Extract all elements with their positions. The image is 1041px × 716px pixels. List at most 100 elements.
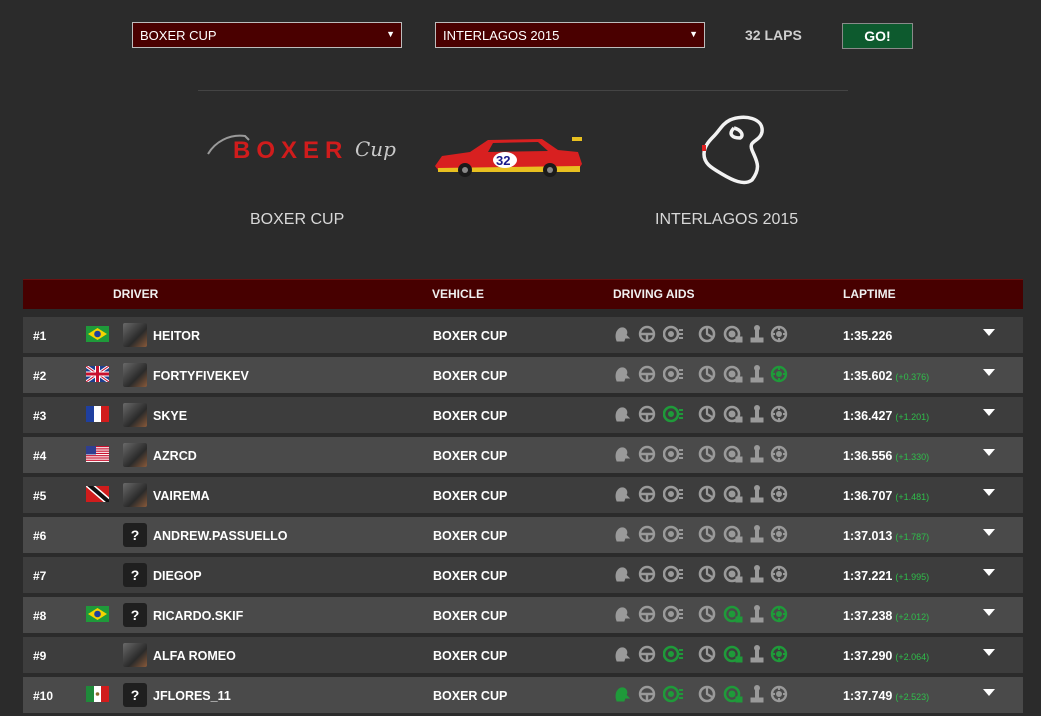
vehicle-name: BOXER CUP xyxy=(433,369,508,383)
unknown-avatar-icon: ? xyxy=(123,563,147,587)
logo-word: BOXER xyxy=(233,137,348,164)
avatar xyxy=(123,403,147,427)
laptime: 1:36.427 (+1.201) xyxy=(843,409,929,423)
brake-line-icon xyxy=(770,605,788,623)
laptime-value: 1:37.238 xyxy=(843,609,893,623)
stability-icon xyxy=(723,485,743,503)
laptime-value: 1:36.427 xyxy=(843,409,893,423)
driver-name[interactable]: VAIREMA xyxy=(153,489,210,503)
laptime: 1:37.221 (+1.995) xyxy=(843,569,929,583)
driver-name[interactable]: RICARDO.SKIF xyxy=(153,609,243,623)
vehicle-name: BOXER CUP xyxy=(433,529,508,543)
avatar xyxy=(123,363,147,387)
abs-icon xyxy=(663,405,683,423)
brazil-flag-icon xyxy=(86,326,109,342)
vehicle-name: BOXER CUP xyxy=(433,609,508,623)
car-number: 32 xyxy=(496,153,510,168)
laptime-gap: (+1.481) xyxy=(895,492,930,502)
gearbox-icon xyxy=(750,325,764,343)
laptime-gap: (+1.995) xyxy=(895,572,930,582)
steering-icon xyxy=(638,645,656,663)
table-row[interactable]: #5 VAIREMA BOXER CUP 1:36.707 (+1.481) xyxy=(23,477,1023,513)
position-label: #9 xyxy=(33,649,47,663)
table-row[interactable]: #4 AZRCD BOXER CUP 1:36.556 (+1.330) xyxy=(23,437,1023,473)
tc-icon xyxy=(698,645,716,663)
table-row[interactable]: #9 ALFA ROMEO BOXER CUP 1:37.290 (+2.064) xyxy=(23,637,1023,673)
laps-label: 32 LAPS xyxy=(745,27,802,43)
laptime-value: 1:36.556 xyxy=(843,449,893,463)
position-label: #8 xyxy=(33,609,47,623)
driver-name[interactable]: HEITOR xyxy=(153,329,200,343)
table-row[interactable]: #8? RICARDO.SKIF BOXER CUP 1:37.238 (+2.012) xyxy=(23,597,1023,633)
laptime-gap: (+1.201) xyxy=(895,412,930,422)
expand-row-chevron-icon[interactable] xyxy=(983,409,995,417)
driver-name[interactable]: JFLORES_11 xyxy=(153,689,231,703)
gearbox-icon xyxy=(750,485,764,503)
table-row[interactable]: #6? ANDREW.PASSUELLO BOXER CUP 1:37.013 (+1.… xyxy=(23,517,1023,553)
expand-row-chevron-icon[interactable] xyxy=(983,369,995,377)
laptime-gap: (+1.787) xyxy=(895,532,930,542)
position-label: #6 xyxy=(33,529,47,543)
stability-icon xyxy=(723,405,743,423)
laptime: 1:37.013 (+1.787) xyxy=(843,529,929,543)
gearbox-icon xyxy=(750,605,764,623)
driver-name[interactable]: DIEGOP xyxy=(153,569,202,583)
unknown-avatar-icon: ? xyxy=(123,523,147,547)
stability-icon xyxy=(723,445,743,463)
brake-line-icon xyxy=(770,645,788,663)
france-flag-icon xyxy=(86,406,109,422)
driving-aids xyxy=(613,524,793,546)
driving-aids xyxy=(613,484,793,506)
abs-icon xyxy=(663,645,683,663)
clutch-icon xyxy=(615,567,631,582)
steering-icon xyxy=(638,365,656,383)
expand-row-chevron-icon[interactable] xyxy=(983,329,995,337)
go-button[interactable]: GO! xyxy=(842,23,913,49)
driver-name[interactable]: ALFA ROMEO xyxy=(153,649,236,663)
track-select[interactable]: INTERLAGOS 2015 ▼ xyxy=(435,22,705,48)
laptime-value: 1:35.602 xyxy=(843,369,893,383)
clutch-icon xyxy=(615,647,631,662)
table-row[interactable]: #7? DIEGOP BOXER CUP 1:37.221 (+1.995) xyxy=(23,557,1023,593)
track-select-value: INTERLAGOS 2015 xyxy=(443,27,560,43)
driver-name[interactable]: SKYE xyxy=(153,409,187,423)
stability-icon xyxy=(723,605,743,623)
series-select[interactable]: BOXER CUP ▼ xyxy=(132,22,402,48)
stability-icon xyxy=(723,645,743,663)
vehicle-name: BOXER CUP xyxy=(433,329,508,343)
clutch-icon xyxy=(615,487,631,502)
expand-row-chevron-icon[interactable] xyxy=(983,689,995,697)
tc-icon xyxy=(698,325,716,343)
driving-aids xyxy=(613,644,793,666)
laptime-gap: (+1.330) xyxy=(895,452,930,462)
tc-icon xyxy=(698,445,716,463)
series-select-value: BOXER CUP xyxy=(140,27,217,43)
tc-icon xyxy=(698,565,716,583)
expand-row-chevron-icon[interactable] xyxy=(983,489,995,497)
clutch-icon xyxy=(615,407,631,422)
usa-flag-icon xyxy=(86,446,109,462)
table-row[interactable]: #1 HEITOR BOXER CUP 1:35.226 xyxy=(23,317,1023,353)
abs-icon xyxy=(663,685,683,703)
expand-row-chevron-icon[interactable] xyxy=(983,609,995,617)
driver-name[interactable]: FORTYFIVEKEV xyxy=(153,369,249,383)
table-row[interactable]: #3 SKYE BOXER CUP 1:36.427 (+1.201) xyxy=(23,397,1023,433)
table-row[interactable]: #10? JFLORES_11 BOXER CUP 1:37.749 (+2.523) xyxy=(23,677,1023,713)
series-caption: BOXER CUP xyxy=(250,211,345,228)
driving-aids xyxy=(613,684,793,706)
steering-icon xyxy=(638,685,656,703)
results-table-header: DRIVER VEHICLE DRIVING AIDS LAPTIME xyxy=(23,279,1023,309)
driver-name[interactable]: AZRCD xyxy=(153,449,197,463)
gearbox-icon xyxy=(750,365,764,383)
position-label: #2 xyxy=(33,369,47,383)
unknown-avatar-icon: ? xyxy=(123,603,147,627)
driver-name[interactable]: ANDREW.PASSUELLO xyxy=(153,529,288,543)
laptime-value: 1:37.013 xyxy=(843,529,893,543)
mexico-flag-icon xyxy=(86,686,109,702)
expand-row-chevron-icon[interactable] xyxy=(983,529,995,537)
expand-row-chevron-icon[interactable] xyxy=(983,449,995,457)
expand-row-chevron-icon[interactable] xyxy=(983,569,995,577)
table-row[interactable]: #2 FORTYFIVEKEV BOXER CUP 1:35.602 (+0.376) xyxy=(23,357,1023,393)
expand-row-chevron-icon[interactable] xyxy=(983,649,995,657)
laptime-column-header: LAPTIME xyxy=(843,287,896,301)
